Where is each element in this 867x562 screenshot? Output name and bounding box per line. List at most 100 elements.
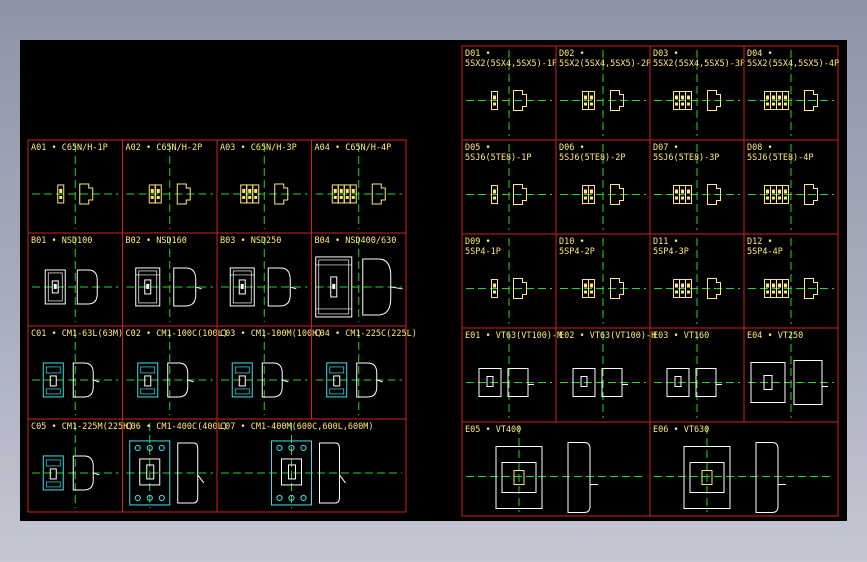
- pole-handle: [156, 188, 160, 193]
- pole-handle: [339, 188, 343, 193]
- pole-terminal: [687, 196, 690, 200]
- left-row: B01 • NSD100 B02 • NSD160 B03 • NSD250 B04 …: [27, 232, 407, 327]
- left-row: A01 • C65N/H-1P A02 • C65N/H-2P A03 • C65N…: [27, 139, 407, 234]
- pole-terminal: [778, 102, 781, 106]
- breaker-handle: [580, 376, 588, 388]
- cell-label: D10 •: [559, 237, 585, 247]
- breaker-cell: C06 • CM1-400C(400L): [122, 418, 228, 513]
- terminal-screw: [158, 444, 165, 452]
- nameplate: [140, 366, 156, 374]
- pole-handle: [590, 189, 593, 194]
- pole-terminal: [687, 290, 690, 294]
- cell-label: D04 •: [747, 49, 773, 59]
- pole-terminal: [687, 102, 690, 106]
- breaker-cell: E02 • VT63(VT100)-H: [555, 327, 656, 423]
- pole-terminal: [778, 290, 781, 294]
- pole-handle: [493, 283, 496, 288]
- cell-sublabel: 5SJ6(5TE8)-1P: [465, 153, 532, 163]
- breaker-cell: D09 •5SP4-1P: [461, 233, 557, 329]
- cell-label: A04 • C65N/H-4P: [315, 143, 392, 153]
- pole-terminal: [766, 196, 769, 200]
- cell-label: E04 • VT250: [747, 331, 803, 341]
- pole-handle: [766, 95, 769, 100]
- cell-label: C02 • CM1-100C(100L): [126, 329, 228, 339]
- pole-handle: [493, 189, 496, 194]
- breaker-cell: C04 • CM1-225C(225L): [311, 325, 417, 420]
- pole-handle: [675, 189, 678, 194]
- pole-terminal: [778, 196, 781, 200]
- breaker-cell: E06 • VT630: [649, 421, 839, 517]
- pole-handle: [772, 95, 775, 100]
- pole-terminal: [156, 195, 160, 199]
- pole-terminal: [351, 195, 355, 199]
- left-row: C05 • CM1-225M(225H)C06 • CM1-400C(400L)…: [27, 418, 407, 513]
- cell-sublabel: 5SP4-2P: [559, 247, 595, 257]
- cell-label: C01 • CM1-63L(63M): [31, 329, 123, 339]
- terminal-screw: [134, 444, 141, 452]
- side-profile: [755, 442, 779, 514]
- right-row: E05 • VT400 E06 • VT630: [461, 421, 839, 517]
- pole-terminal: [681, 102, 684, 106]
- breaker-handle: [333, 375, 341, 387]
- cell-label: B04 • NSD400/630: [315, 236, 397, 246]
- breaker-cell: C03 • CM1-100M(100H): [216, 325, 322, 420]
- pole-terminal: [345, 195, 349, 199]
- pole-terminal: [584, 102, 587, 106]
- pole-terminal: [339, 195, 343, 199]
- breaker-cell: B03 • NSD250: [216, 232, 312, 327]
- terminal-screw: [300, 494, 307, 502]
- pole-handle: [772, 283, 775, 288]
- pole-terminal: [150, 195, 154, 199]
- pole-terminal: [242, 195, 246, 199]
- pole-handle: [248, 188, 252, 193]
- cell-label: B02 • NSD160: [126, 236, 187, 246]
- pole-handle: [493, 95, 496, 100]
- pole-handle: [766, 283, 769, 288]
- cell-label: C04 • CM1-225C(225L): [315, 329, 417, 339]
- terminal-block: [140, 388, 156, 395]
- pole-handle: [242, 188, 246, 193]
- cell-label: D11 •: [653, 237, 679, 247]
- pole-handle: [675, 283, 678, 288]
- pole-terminal: [784, 290, 787, 294]
- breaker-cell: D05 •5SJ6(5TE8)-1P: [461, 139, 557, 235]
- breaker-cell: A01 • C65N/H-1P: [27, 139, 123, 234]
- cell-label: C07 • CM1-400M(600C,600L,600M): [220, 422, 374, 432]
- cell-sublabel: 5SX2(5SX4,5SX5)-2P: [559, 59, 651, 69]
- lever: [339, 474, 346, 484]
- pole-terminal: [333, 195, 337, 199]
- cell-frame: [649, 421, 839, 517]
- cell-label: B01 • NSD100: [31, 236, 92, 246]
- pole-handle: [333, 188, 337, 193]
- pole-terminal: [59, 195, 63, 199]
- pole-terminal: [590, 196, 593, 200]
- pole-terminal: [590, 290, 593, 294]
- pole-handle: [345, 188, 349, 193]
- breaker-cell: D07 •5SJ6(5TE8)-3P: [649, 139, 745, 235]
- nameplate: [234, 366, 250, 374]
- pole-handle: [784, 95, 787, 100]
- pole-handle: [681, 189, 684, 194]
- terminal-block: [45, 481, 61, 488]
- cell-label: D12 •: [747, 237, 773, 247]
- cell-label: D09 •: [465, 237, 491, 247]
- terminal-screw: [158, 494, 165, 502]
- cell-label: A03 • C65N/H-3P: [220, 143, 297, 153]
- cell-sublabel: 5SJ6(5TE8)-3P: [653, 153, 720, 163]
- terminal-block: [45, 388, 61, 395]
- pole-handle: [254, 188, 258, 193]
- cell-label: D02 •: [559, 49, 585, 59]
- breaker-cell: D04 •5SX2(5SX4,5SX5)-4P: [743, 45, 839, 141]
- pole-terminal: [675, 102, 678, 106]
- cell-sublabel: 5SX2(5SX4,5SX5)-1P: [465, 59, 557, 69]
- cell-label: E02 • VT63(VT100)-H: [559, 331, 656, 341]
- breaker-cell: D10 •5SP4-2P: [555, 233, 651, 329]
- right-row: D05 •5SJ6(5TE8)-1PD06 •5SJ6(5TE8)-2PD07 …: [461, 139, 839, 235]
- terminal-screw: [276, 494, 283, 502]
- pole-handle: [351, 188, 355, 193]
- cell-label: D03 •: [653, 49, 679, 59]
- cell-sublabel: 5SJ6(5TE8)-2P: [559, 153, 626, 163]
- breaker-cell: A04 • C65N/H-4P: [311, 139, 407, 234]
- left-row: C01 • CM1-63L(63M) C02 • CM1-100C(100L)C0…: [27, 325, 417, 420]
- breaker-handle: [144, 375, 152, 387]
